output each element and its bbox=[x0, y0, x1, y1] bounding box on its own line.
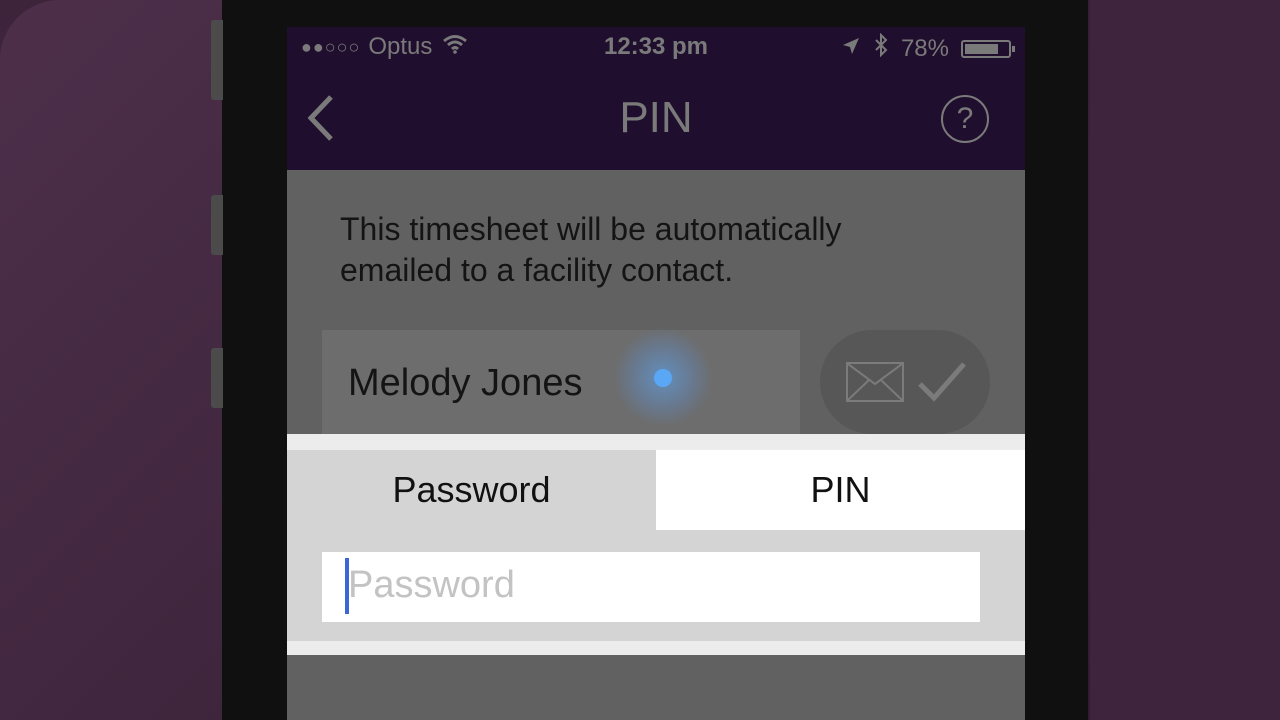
touch-indicator-dot bbox=[654, 369, 672, 387]
tab-pin[interactable]: PIN bbox=[656, 450, 1025, 530]
phone-volume-down-button bbox=[211, 348, 223, 408]
info-message: This timesheet will be automatically ema… bbox=[340, 209, 940, 291]
send-email-button[interactable] bbox=[820, 330, 990, 434]
contact-field[interactable]: Melody Jones bbox=[322, 330, 800, 434]
help-button[interactable]: ? bbox=[941, 95, 989, 143]
envelope-icon bbox=[846, 362, 904, 402]
battery-percent: 78% bbox=[900, 34, 949, 62]
contact-name: Melody Jones bbox=[348, 362, 583, 404]
checkmark-icon bbox=[916, 358, 968, 404]
page-title: PIN bbox=[619, 93, 693, 142]
status-bar: ●●○○○ Optus 12:33 pm 78% bbox=[287, 27, 1025, 67]
auth-panel: Password PIN Password bbox=[287, 434, 1025, 655]
info-line-1: This timesheet will be automatically bbox=[340, 211, 842, 247]
info-line-2: emailed to a facility contact. bbox=[340, 252, 734, 288]
navigation-bar: PIN ? bbox=[287, 67, 1025, 170]
bluetooth-icon bbox=[873, 32, 889, 64]
status-right: 78% bbox=[841, 32, 1015, 64]
phone-side-button bbox=[211, 20, 223, 100]
battery-fill bbox=[965, 43, 998, 54]
password-placeholder: Password bbox=[348, 564, 515, 606]
location-arrow-icon bbox=[841, 35, 861, 63]
battery-icon bbox=[961, 39, 1015, 58]
tab-password[interactable]: Password bbox=[287, 450, 656, 530]
phone-screen: ●●○○○ Optus 12:33 pm 78% PIN ? This time… bbox=[287, 27, 1025, 720]
background-panel-left bbox=[0, 0, 240, 720]
password-input[interactable]: Password bbox=[322, 552, 980, 622]
background-panel-right bbox=[1090, 0, 1280, 720]
phone-volume-up-button bbox=[211, 195, 223, 255]
